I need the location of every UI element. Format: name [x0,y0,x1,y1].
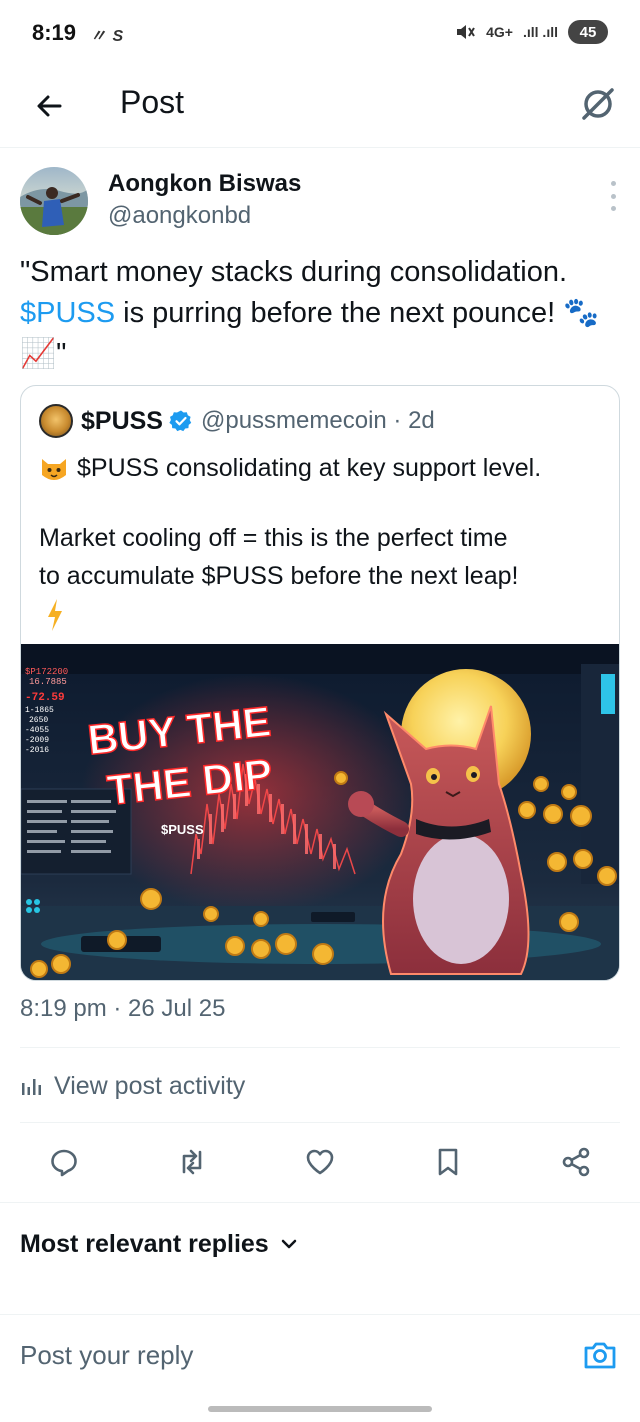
reply-icon [51,1149,77,1177]
ticker-1: $P172200 [25,667,68,677]
camera-icon [584,1342,616,1369]
ticker-7: -2009 [25,736,49,745]
like-icon [306,1149,334,1175]
ticker-4: 1-1865 [25,706,54,715]
repost-icon [182,1149,202,1175]
bookmark-button[interactable] [428,1142,468,1182]
post-author: Aongkon Biswas @aongkonbd [20,167,620,239]
divider [0,1202,640,1203]
quoted-post[interactable]: $PUSS @pussmemecoin · 2d $PUSS consolida… [20,385,620,981]
quoted-line-3: to accumulate $PUSS before the next leap… [39,562,519,590]
like-button[interactable] [300,1142,340,1182]
ticker-3: -72.59 [25,692,65,704]
reply-composer [0,1314,640,1390]
reply-input[interactable] [20,1335,540,1375]
post-media-image[interactable]: $P172200 16.7885 -72.59 1-1865 2650 -405… [21,644,620,981]
author-name[interactable]: Aongkon Biswas [108,170,301,198]
status-bar: 8:19 〃 S 4G+ .ıll .ıll 45 [0,0,640,66]
top-app-bar: Post [0,66,640,148]
repost-button[interactable] [172,1142,212,1182]
arrow-left-icon [37,95,62,117]
status-notification-icons: 〃 S [90,28,125,45]
mute-icon [457,25,475,39]
quoted-line-1-text: $PUSS consolidating at key support level… [77,454,542,482]
quoted-handle-time: @pussmemecoin · 2d [200,407,435,434]
avatar-image [20,187,88,235]
cat-face-icon [42,458,66,480]
post-text: "Smart money stacks during consolidation… [20,252,620,375]
quoted-post-header: $PUSS @pussmemecoin · 2d [39,404,435,438]
share-button[interactable] [556,1142,596,1182]
status-right-group: 4G+ .ıll .ıll 45 [454,20,608,44]
ticker-6: -4055 [25,726,49,735]
bookmark-icon [438,1148,458,1176]
quoted-avatar [39,404,73,438]
quoted-line-1: $PUSS consolidating at key support level… [39,454,541,483]
ticker-8: -2016 [25,746,49,755]
more-dot-icon [610,181,616,186]
grok-button[interactable] [576,82,620,126]
more-dot-icon [610,193,616,199]
view-post-activity-link[interactable]: View post activity [20,1066,245,1106]
avatar[interactable] [20,167,88,235]
view-post-activity-label: View post activity [54,1071,246,1100]
chevron-down-icon [281,1239,296,1249]
network-label: 4G+ [486,24,513,40]
camera-button[interactable] [582,1337,618,1373]
image-tag: $PUSS [161,822,204,837]
lightning-icon [48,599,62,631]
replies-sort-dropdown[interactable]: Most relevant replies [20,1224,299,1264]
post-timestamp: 8:19 pm · 26 Jul 25 [20,995,226,1022]
post-actions-bar [0,1140,640,1186]
divider [20,1047,620,1048]
home-indicator[interactable] [208,1406,432,1412]
more-dot-icon [610,206,616,211]
quoted-author-name: $PUSS [81,406,163,435]
replies-sort-label: Most relevant replies [20,1229,269,1258]
signal-icon: .ıll .ıll [522,24,558,40]
ticker-5: 2650 [29,716,48,725]
author-handle[interactable]: @aongkonbd [108,202,251,230]
battery-icon: 45 [568,20,608,44]
grok-icon [582,88,614,120]
verified-badge-icon [169,410,192,432]
reply-button[interactable] [44,1142,84,1182]
back-button[interactable] [30,86,70,126]
cashtag-link[interactable]: $PUSS [20,297,115,329]
ticker-2: 16.7885 [29,677,67,687]
divider [20,1122,620,1123]
share-icon [562,1147,590,1177]
post-text-start: "Smart money stacks during consolidation… [20,256,568,288]
page-title: Post [120,84,185,120]
analytics-icon [22,1079,41,1095]
quoted-line-2: Market cooling off = this is the perfect… [39,524,508,552]
more-options-button[interactable] [606,181,620,211]
status-time: 8:19 [32,20,77,45]
